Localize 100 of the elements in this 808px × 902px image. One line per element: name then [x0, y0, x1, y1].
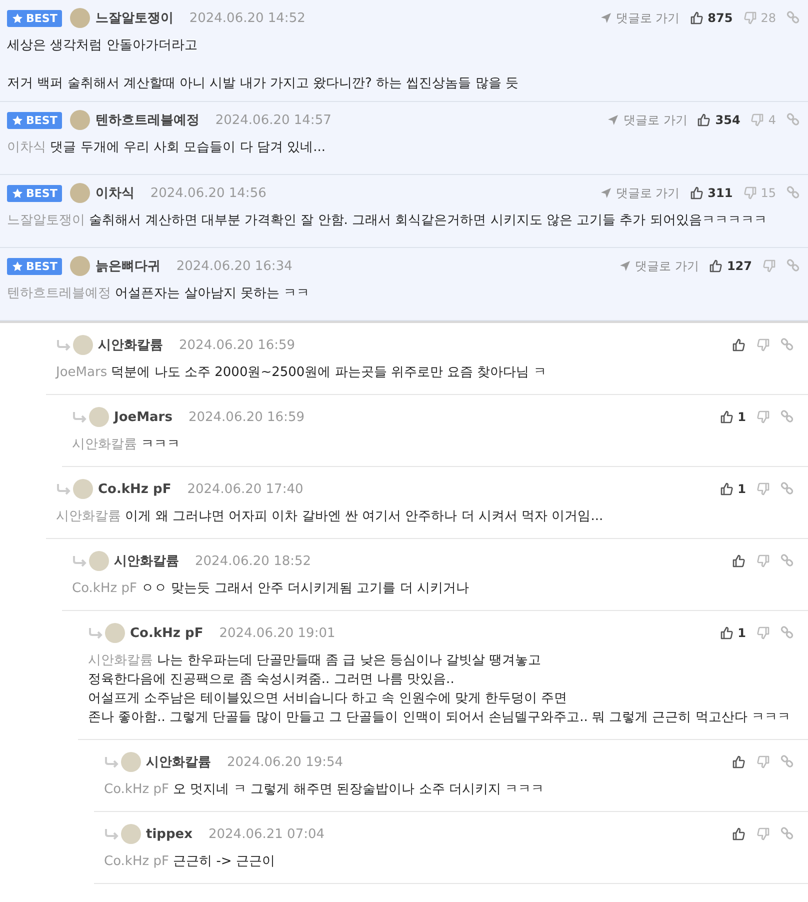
thumbs-down-icon: [756, 482, 770, 496]
avatar-placeholder: [121, 824, 141, 844]
best-badge: BEST: [7, 184, 62, 202]
star-icon: [12, 114, 23, 126]
thumbs-down-icon: [750, 113, 764, 127]
dislike-button[interactable]: [762, 259, 776, 273]
thumbs-up-icon: [690, 11, 704, 25]
thumbs-up-icon: [720, 410, 734, 424]
link-icon[interactable]: [780, 755, 794, 769]
comment-text: Co.kHz pF 근근히 -> 근근이: [104, 853, 276, 871]
link-icon[interactable]: [786, 113, 800, 127]
thumbs-down-icon: [762, 259, 776, 273]
link-icon[interactable]: [786, 186, 800, 200]
link-icon[interactable]: [780, 410, 794, 424]
thumbs-up-icon: [732, 338, 746, 352]
reply-arrow-icon: [104, 756, 119, 768]
like-button[interactable]: 127: [708, 259, 752, 273]
thumbs-down-icon: [756, 827, 770, 841]
star-icon: [12, 188, 23, 198]
thumbs-down-icon: [742, 186, 757, 200]
comment-date: 2024.06.21 07:04: [208, 826, 325, 842]
like-button[interactable]: 875: [690, 11, 733, 25]
thumbs-up-icon: [732, 755, 746, 769]
thumbs-down-icon: [756, 626, 770, 640]
dislike-button[interactable]: [756, 554, 770, 568]
author-name[interactable]: 느잘알토쟁이: [95, 9, 174, 27]
reply-arrow-icon: [88, 627, 103, 639]
comment-date: 2024.06.20 18:52: [195, 554, 312, 568]
avatar-placeholder: [70, 183, 90, 203]
thumbs-down-icon: [756, 410, 770, 424]
like-button[interactable]: [732, 554, 746, 568]
reply-arrow-icon: [56, 483, 71, 495]
dislike-button[interactable]: [756, 410, 770, 424]
author-name[interactable]: Co.kHz pF: [98, 482, 172, 496]
link-icon[interactable]: [780, 626, 794, 640]
author-name[interactable]: 텐하흐트레블예정: [95, 111, 200, 129]
author-name[interactable]: 이차식: [95, 184, 134, 202]
link-icon[interactable]: [780, 338, 794, 352]
navigation-arrow-icon: [607, 114, 620, 126]
like-button[interactable]: 1: [720, 410, 746, 424]
best-badge: BEST: [7, 258, 62, 274]
comment-text: 시안화칼륨 ㅋㅋㅋ: [72, 436, 182, 454]
author-name[interactable]: 늙은뼈다귀: [95, 257, 160, 275]
thumbs-down-icon: [742, 11, 757, 25]
best-badge: BEST: [7, 112, 62, 128]
thumbs-up-icon: [690, 186, 704, 200]
dislike-button[interactable]: [756, 626, 770, 640]
link-icon[interactable]: [786, 259, 800, 273]
author-name[interactable]: JoeMars: [114, 410, 172, 424]
thumbs-up-icon: [720, 482, 734, 496]
like-button[interactable]: [732, 827, 746, 841]
author-name[interactable]: Co.kHz pF: [130, 626, 204, 640]
like-button[interactable]: 1: [720, 482, 746, 496]
author-name[interactable]: tippex: [146, 826, 192, 842]
comment-text: JoeMars 덕분에 나도 소주 2000원~2500원에 파는곳들 위주로만 요즘 찾아다님 ㅋ: [56, 364, 548, 382]
dislike-button[interactable]: [756, 482, 770, 496]
comment-date: 2024.06.20 14:52: [189, 10, 306, 26]
like-button[interactable]: [732, 755, 746, 769]
reply-arrow-icon: [72, 411, 87, 423]
like-button[interactable]: 311: [690, 186, 733, 200]
avatar-placeholder: [121, 752, 141, 772]
comment-text: 느잘알토쟁이 술취해서 계산하면 대부분 가격확인 잘 안함. 그래서 회식같은거하면 시키지도 않은 고기들 추가 되어있음ㅋㅋㅋㅋㅋ: [7, 212, 768, 230]
comment-date: 2024.06.20 16:34: [176, 258, 292, 274]
comment-date: 2024.06.20 16:59: [188, 410, 304, 424]
avatar-placeholder: [89, 551, 109, 571]
link-icon[interactable]: [780, 554, 794, 568]
thumbs-up-icon: [732, 827, 746, 841]
navigation-arrow-icon: [600, 12, 612, 24]
comment-date: 2024.06.20 17:40: [187, 482, 304, 496]
author-name[interactable]: 시안화칼륨: [98, 336, 163, 354]
author-name[interactable]: 시안화칼륨: [114, 552, 179, 570]
link-icon[interactable]: [780, 827, 794, 841]
avatar-placeholder: [105, 623, 125, 643]
link-icon[interactable]: [780, 482, 794, 496]
avatar-placeholder: [89, 407, 109, 427]
link-icon[interactable]: [786, 11, 800, 25]
reply-arrow-icon: [56, 339, 71, 351]
thumbs-up-icon: [720, 626, 734, 640]
like-button[interactable]: 1: [720, 626, 746, 640]
thumbs-down-icon: [756, 554, 770, 568]
comment-date: 2024.06.20 19:01: [219, 626, 336, 640]
comment-text: 시안화칼륨 나는 한우파는데 단골만들때 좀 급 낮은 등심이나 갈빗살 땡겨놓고 정육한다음에 진공팩으로 좀 숙성시켜줌.. 그러면 나름 맛있음.. 어설프게 소주남은 테이블있으면 서비습니다 하고 속 인원수에 맞게 한두덩이 주면 존나 좋아함.. 그렇게 단골들 많이 만들고 그 단골들이 인맥이 되어서 손님델구와주고.. 뭐 그렇게 근근히 먹고산다 ㅋㅋㅋ: [88, 652, 792, 727]
avatar-placeholder: [73, 335, 93, 355]
star-icon: [12, 12, 23, 24]
author-name[interactable]: 시안화칼륨: [146, 753, 211, 771]
comment-text: Co.kHz pF 오 멋지네 ㅋ 그렇게 해주면 된장술밥이나 소주 더시키지 ㅋㅋㅋ: [104, 781, 546, 799]
like-button[interactable]: 354: [697, 113, 740, 127]
thumbs-down-icon: [756, 755, 770, 769]
like-button[interactable]: [732, 338, 746, 352]
best-badge: BEST: [7, 10, 62, 26]
comment-text: Co.kHz pF ㅇㅇ 맞는듯 그래서 안주 더시키게됨 고기를 더 시키거나: [72, 580, 470, 598]
navigation-arrow-icon: [619, 260, 632, 272]
dislike-button[interactable]: [756, 338, 770, 352]
reply-arrow-icon: [72, 555, 87, 567]
dislike-button[interactable]: [756, 827, 770, 841]
dislike-button[interactable]: [756, 755, 770, 769]
avatar-placeholder: [70, 8, 90, 28]
star-icon: [12, 260, 23, 272]
comment-date: 2024.06.20 14:56: [150, 186, 266, 200]
avatar-placeholder: [70, 110, 90, 130]
